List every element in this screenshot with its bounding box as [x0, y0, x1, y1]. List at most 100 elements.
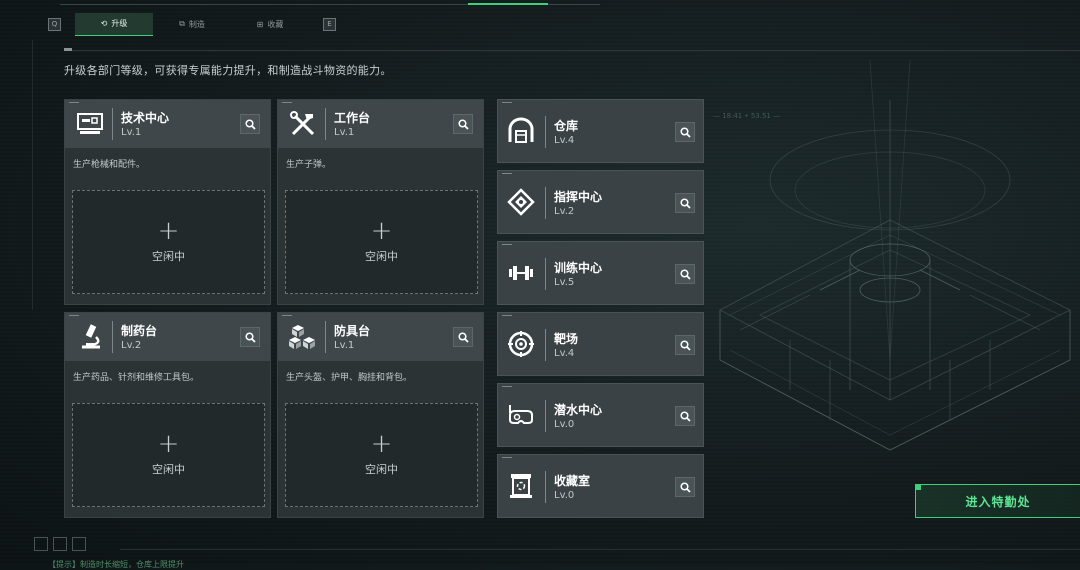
dumbbell-icon: [506, 258, 536, 288]
base-hologram-art: [719, 60, 1071, 451]
plus-icon: +: [157, 216, 180, 246]
row-tick: [502, 102, 512, 103]
department-card-pharmacy[interactable]: 制药台 Lv.2 生产药品、针剂和维修工具包。 + 空闲中: [64, 312, 271, 518]
detail-button[interactable]: [675, 406, 695, 426]
detail-button[interactable]: [675, 477, 695, 497]
search-icon: [679, 410, 691, 422]
target-icon: [506, 329, 536, 359]
department-description: 生产药品、针剂和维修工具包。: [73, 373, 200, 383]
department-description: 生产子弹。: [286, 160, 332, 170]
detail-button[interactable]: [675, 193, 695, 213]
coordinate-readout: — 18.41 • 53.51 —: [713, 112, 781, 120]
department-description: 生产枪械和配件。: [73, 160, 146, 170]
card-tick: [282, 102, 292, 103]
department-name: 防具台: [334, 324, 371, 338]
header-divider: [64, 50, 1080, 51]
search-icon: [244, 331, 256, 343]
card-header: 制药台 Lv.2: [65, 313, 270, 361]
facility-level: Lv.0: [554, 419, 575, 430]
row-tick: [502, 386, 512, 387]
row-separator: [545, 471, 546, 503]
cubes-icon: [288, 323, 318, 351]
department-level: Lv.2: [121, 340, 142, 351]
slot-status: 空闲中: [152, 463, 185, 476]
department-description: 生产头盔、护甲、胸挂和背包。: [286, 373, 413, 383]
tab-craft[interactable]: ⧉ 制造: [153, 13, 231, 35]
plus-icon: +: [157, 429, 180, 459]
enter-special-ops-button[interactable]: 进入特勤处: [915, 484, 1080, 518]
tab-upgrade[interactable]: ⟲ 升级: [75, 12, 153, 36]
computer-icon: [75, 110, 105, 138]
row-separator: [545, 116, 546, 148]
row-separator: [545, 258, 546, 290]
search-icon: [679, 268, 691, 280]
search-icon: [679, 481, 691, 493]
production-slot[interactable]: + 空闲中: [285, 403, 478, 507]
search-icon: [457, 118, 469, 130]
tab-upgrade-label: 升级: [111, 19, 128, 28]
tab-bar: Q ⟲ 升级 ⧉ 制造 ⊞ 收藏 E: [48, 12, 336, 36]
grid-icon[interactable]: [72, 537, 86, 551]
detail-button[interactable]: [675, 335, 695, 355]
upgrade-icon: ⟲: [100, 19, 108, 28]
production-slot[interactable]: + 空闲中: [72, 190, 265, 294]
facility-row-command[interactable]: 指挥中心 Lv.2: [497, 170, 704, 234]
detail-button[interactable]: [240, 327, 260, 347]
card-header: 技术中心 Lv.1: [65, 100, 270, 148]
facility-level: Lv.5: [554, 277, 575, 288]
detail-button[interactable]: [675, 264, 695, 284]
page-description: 升级各部门等级，可获得专属能力提升，和制造战斗物资的能力。: [64, 64, 392, 77]
card-separator: [325, 321, 326, 353]
facility-row-warehouse[interactable]: 仓库 Lv.4: [497, 99, 704, 163]
department-card-tech[interactable]: 技术中心 Lv.1 生产枪械和配件。 + 空闲中: [64, 99, 271, 305]
facility-row-collection[interactable]: 收藏室 Lv.0: [497, 454, 704, 518]
detail-button[interactable]: [675, 122, 695, 142]
divider-tick: [64, 48, 72, 51]
search-icon: [679, 126, 691, 138]
card-header: 防具台 Lv.1: [278, 313, 483, 361]
slot-status: 空闲中: [365, 250, 398, 263]
button-corner-marker: [916, 485, 921, 490]
slot-status: 空闲中: [152, 250, 185, 263]
grid-icon[interactable]: [34, 537, 48, 551]
production-slot[interactable]: + 空闲中: [72, 403, 265, 507]
facility-name: 指挥中心: [554, 190, 603, 204]
production-slot[interactable]: + 空闲中: [285, 190, 478, 294]
card-separator: [325, 108, 326, 140]
tools-icon: [288, 110, 318, 138]
detail-button[interactable]: [240, 114, 260, 134]
facility-row-diving[interactable]: 潜水中心 Lv.0: [497, 383, 704, 447]
row-separator: [545, 400, 546, 432]
facility-row-training[interactable]: 训练中心 Lv.5: [497, 241, 704, 305]
row-tick: [502, 315, 512, 316]
detail-button[interactable]: [453, 114, 473, 134]
tab-craft-label: 制造: [188, 19, 205, 29]
facility-name: 靶场: [554, 332, 579, 346]
warehouse-icon: [506, 116, 536, 146]
collection-icon: ⊞: [256, 19, 264, 29]
plus-icon: +: [370, 216, 393, 246]
row-tick: [502, 244, 512, 245]
facility-name: 训练中心: [554, 261, 603, 275]
tab-collection[interactable]: ⊞ 收藏: [231, 13, 309, 35]
slot-status: 空闲中: [365, 463, 398, 476]
prev-tab-key[interactable]: Q: [48, 17, 61, 31]
grid-icon[interactable]: [53, 537, 67, 551]
facility-name: 仓库: [554, 119, 579, 133]
department-level: Lv.1: [334, 127, 355, 138]
facility-name: 潜水中心: [554, 403, 603, 417]
trophy-icon: [506, 471, 536, 501]
card-separator: [112, 108, 113, 140]
detail-button[interactable]: [453, 327, 473, 347]
row-separator: [545, 329, 546, 361]
department-level: Lv.1: [121, 127, 142, 138]
facility-level: Lv.4: [554, 348, 575, 359]
enter-button-label: 进入特勤处: [965, 494, 1031, 509]
search-icon: [244, 118, 256, 130]
facility-row-range[interactable]: 靶场 Lv.4: [497, 312, 704, 376]
card-tick: [69, 315, 79, 316]
row-tick: [502, 173, 512, 174]
next-tab-key[interactable]: E: [323, 17, 336, 31]
department-card-armor[interactable]: 防具台 Lv.1 生产头盔、护甲、胸挂和背包。 + 空闲中: [277, 312, 484, 518]
department-card-workbench[interactable]: 工作台 Lv.1 生产子弹。 + 空闲中: [277, 99, 484, 305]
